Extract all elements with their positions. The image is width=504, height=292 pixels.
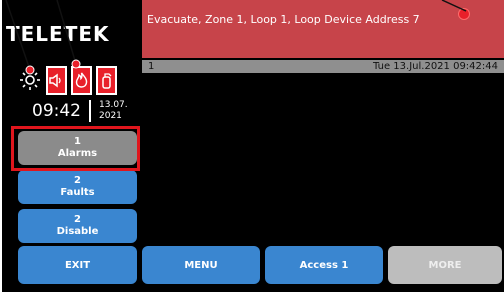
faults-button[interactable]: 2 Faults — [18, 170, 137, 204]
current-date: 13.07. 2021 — [99, 100, 128, 121]
faults-label: Faults — [60, 187, 95, 198]
event-info-bar: 1 Tue 13.Jul.2021 09:42:44 — [142, 60, 504, 73]
clock-divider — [89, 100, 91, 122]
access-button[interactable]: Access 1 — [265, 246, 383, 284]
disable-count: 2 — [74, 214, 81, 225]
exit-button[interactable]: EXIT — [18, 246, 137, 284]
disable-button[interactable]: 2 Disable — [18, 209, 137, 243]
speaker-icon — [46, 65, 67, 95]
status-indicators — [16, 65, 121, 95]
event-message: Evacuate, Zone 1, Loop 1, Loop Device Ad… — [147, 13, 420, 26]
event-index: 1 — [148, 61, 155, 72]
more-button: MORE — [388, 246, 502, 284]
disable-label: Disable — [56, 226, 99, 237]
fire-extinguisher-icon — [96, 65, 117, 95]
message-marker — [458, 8, 470, 20]
faults-count: 2 — [74, 175, 81, 186]
event-datetime: Tue 13.Jul.2021 09:42:44 — [373, 61, 498, 72]
current-time: 09:42 — [32, 101, 81, 121]
fire-icon — [71, 65, 92, 95]
clock: 09:42 13.07. 2021 — [32, 96, 128, 126]
alarms-highlight-frame — [11, 126, 140, 171]
teletek-logo: TELETEK — [6, 22, 110, 46]
event-message-panel[interactable]: Evacuate, Zone 1, Loop 1, Loop Device Ad… — [142, 0, 504, 58]
menu-button[interactable]: MENU — [142, 246, 260, 284]
sun-icon[interactable] — [16, 66, 44, 94]
